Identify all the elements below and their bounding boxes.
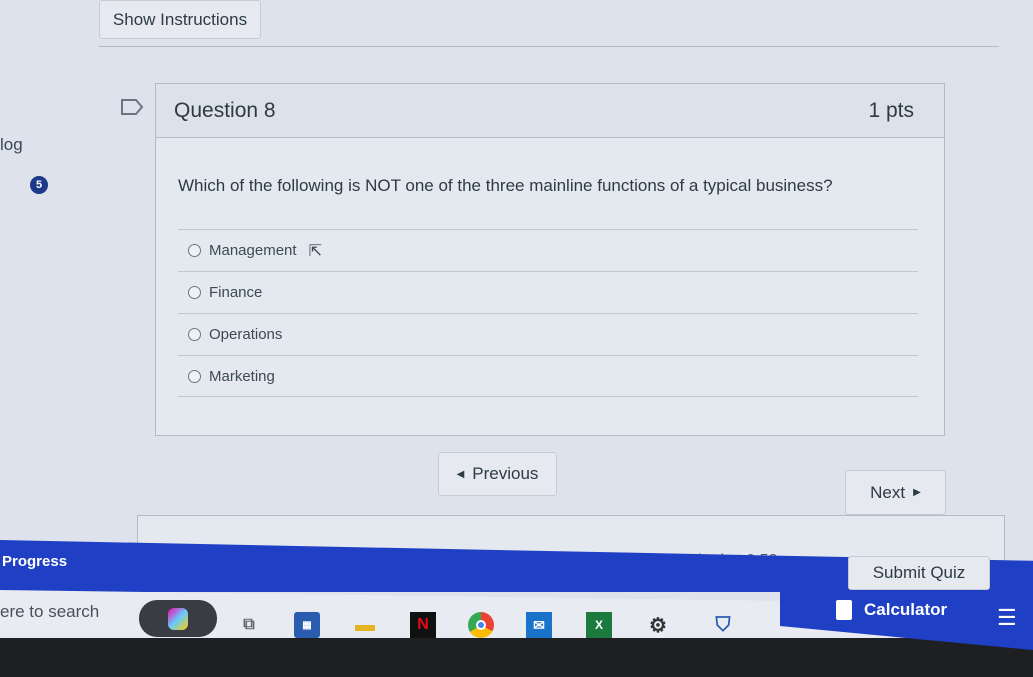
answer-list: Management ⇱ Finance Operations Marketing <box>178 229 918 397</box>
cursor-icon: ⇱ <box>308 242 322 260</box>
question-text: Which of the following is NOT one of the… <box>178 176 833 195</box>
copilot-button[interactable] <box>139 600 217 637</box>
next-button[interactable]: Next ▶ <box>845 470 946 515</box>
screen-bezel <box>0 632 1033 677</box>
calculator-button[interactable]: Calculator <box>836 600 947 620</box>
question-header: Question 8 1 pts <box>156 84 944 138</box>
copilot-icon <box>168 607 188 630</box>
mail-icon[interactable]: ✉ <box>526 612 552 638</box>
radio-button[interactable] <box>188 244 201 257</box>
next-label: Next <box>870 482 906 502</box>
chrome-icon[interactable] <box>468 612 494 638</box>
answer-option[interactable]: Finance <box>178 271 918 313</box>
answer-option[interactable]: Marketing <box>178 355 918 397</box>
answer-label: Finance <box>209 284 263 301</box>
answer-option[interactable]: Management ⇱ <box>178 229 918 271</box>
netflix-icon[interactable]: N <box>410 612 436 638</box>
list-menu-icon[interactable]: ☰ <box>997 605 1017 631</box>
security-icon[interactable]: ⛉ <box>710 612 736 638</box>
question-points: 1 pts <box>868 98 914 122</box>
question-card: Question 8 1 pts Which of the following … <box>155 83 945 436</box>
calculator-icon <box>836 600 852 620</box>
radio-button[interactable] <box>188 328 201 341</box>
excel-icon[interactable]: X <box>586 612 612 638</box>
task-view-icon[interactable]: ⧉ <box>236 612 262 638</box>
store-icon[interactable]: ▦ <box>294 612 320 638</box>
answer-option[interactable]: Operations <box>178 313 918 355</box>
flag-question-icon[interactable] <box>120 98 144 116</box>
calculator-label: Calculator <box>864 600 948 619</box>
previous-label: Previous <box>472 464 539 483</box>
progress-label: Progress <box>2 553 68 570</box>
taskbar-search[interactable]: ere to search <box>0 602 99 622</box>
sidebar-log-label: log <box>0 135 23 154</box>
caret-left-icon: ◀ <box>456 468 465 480</box>
answer-label: Marketing <box>209 367 275 385</box>
settings-icon[interactable]: ⚙ <box>645 612 671 638</box>
file-explorer-icon[interactable]: ▬ <box>352 612 378 638</box>
radio-button[interactable] <box>188 369 201 383</box>
count-badge: 5 <box>30 176 48 194</box>
caret-right-icon: ▶ <box>913 487 921 498</box>
radio-button[interactable] <box>188 286 201 299</box>
show-instructions-button[interactable]: Show Instructions <box>99 0 261 39</box>
answer-label: Management <box>209 242 297 259</box>
question-title: Question 8 <box>174 98 276 122</box>
submit-quiz-button[interactable]: Submit Quiz <box>848 556 990 590</box>
answer-label: Operations <box>209 326 283 343</box>
previous-button[interactable]: ◀ Previous <box>438 452 557 496</box>
divider <box>99 46 999 47</box>
